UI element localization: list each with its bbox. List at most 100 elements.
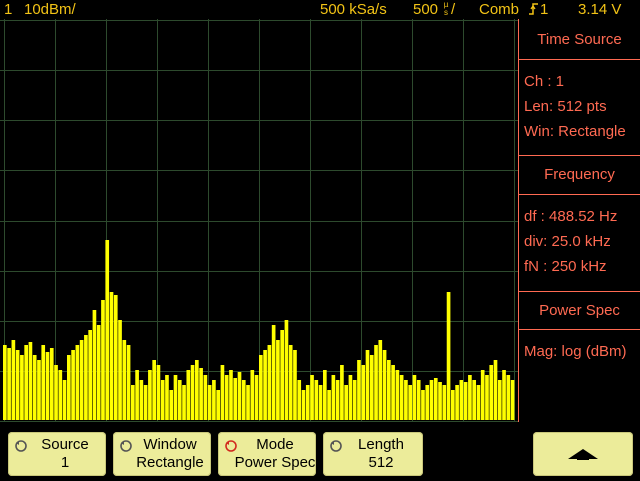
spectrum-bar: [323, 370, 327, 420]
channel-indicator: 1: [4, 1, 13, 18]
softkey-value: Rectangle: [136, 454, 204, 471]
spectrum-bar: [425, 385, 430, 420]
spectrum-bar: [254, 375, 259, 420]
spectrum-bar: [455, 385, 459, 420]
spectrum-bar: [58, 370, 63, 420]
spectrum-bar: [451, 390, 455, 420]
spectrum-bar: [314, 380, 319, 420]
fft-spectrum-trace: [3, 240, 515, 420]
menu-up-button[interactable]: [533, 432, 633, 476]
spectrum-bar: [438, 382, 442, 420]
channel-value: Ch : 1: [524, 73, 565, 90]
spectrum-bar: [195, 360, 199, 420]
spectrum-bar: [408, 385, 412, 420]
window-softkey[interactable]: Window Rectangle: [113, 432, 211, 476]
spectrum-bar: [250, 370, 255, 420]
spectrum-bar: [331, 375, 336, 420]
trigger-level: 3.14 V: [578, 1, 622, 18]
spectrum-bar: [92, 310, 97, 420]
spectrum-bar: [305, 385, 310, 420]
spectrum-bar: [7, 348, 11, 420]
spectrum-bar: [429, 380, 434, 420]
fft-info-panel: Time Source Ch : 1 Len: 512 pts Win: Rec…: [518, 19, 640, 422]
spectrum-bar: [54, 365, 58, 420]
acquisition-mode: Comb: [479, 1, 520, 18]
divider: [519, 329, 640, 330]
frequency-title: Frequency: [544, 166, 615, 183]
spectrum-bar: [241, 380, 246, 420]
sample-rate: 500 kSa/s: [320, 1, 387, 18]
spectrum-bar: [472, 380, 476, 420]
spectrum-bar: [284, 320, 289, 420]
spectrum-bar: [84, 335, 88, 420]
source-softkey[interactable]: Source 1: [8, 432, 106, 476]
spectrum-bar: [352, 380, 357, 420]
softkey-label: Length: [358, 436, 404, 453]
softkey-label: Source: [41, 436, 89, 453]
spectrum-bar: [485, 375, 489, 420]
spectrum-bar: [271, 325, 276, 420]
spectrum-bar: [442, 385, 447, 420]
spectrum-bar: [199, 368, 203, 420]
softkey-label: Window: [143, 436, 197, 453]
spectrum-bar: [237, 372, 242, 420]
spectrum-bar: [203, 375, 208, 420]
spectrum-bar: [267, 345, 272, 420]
spectrum-bar: [259, 355, 263, 420]
spectrum-bar: [489, 365, 494, 420]
length-softkey[interactable]: Length 512: [323, 432, 423, 476]
spectrum-bar: [169, 390, 174, 420]
spectrum-bar: [502, 370, 506, 420]
spectrum-bar: [395, 370, 400, 420]
spectrum-bar: [404, 380, 408, 420]
spectrum-bar: [113, 295, 118, 420]
spectrum-bar: [28, 342, 33, 420]
spectrum-bar: [387, 360, 391, 420]
spectrum-bar: [79, 340, 84, 420]
divider: [519, 194, 640, 195]
spectrum-bar: [301, 390, 306, 420]
magnitude-value: Mag: log (dBm): [524, 343, 627, 360]
spectrum-bar: [382, 350, 387, 420]
spectrum-bar: [374, 345, 378, 420]
time-source-title: Time Source: [537, 31, 622, 48]
trigger-source: 1: [540, 1, 549, 18]
spectrum-bar: [143, 385, 148, 420]
spectrum-bar: [463, 382, 468, 420]
df-value: df : 488.52 Hz: [524, 208, 618, 225]
mode-softkey[interactable]: Mode Power Spec: [218, 432, 316, 476]
spectrum-bar: [156, 365, 161, 420]
spectrum-bar: [220, 365, 225, 420]
spectrum-bar: [173, 375, 178, 420]
divider: [519, 155, 640, 156]
spectrum-bar: [207, 385, 212, 420]
divider: [519, 59, 640, 60]
spectrum-bar: [109, 292, 114, 420]
spectrum-bar: [96, 325, 101, 420]
spectrum-bar: [71, 350, 75, 420]
spectrum-bar: [24, 345, 28, 420]
spectrum-bar: [177, 380, 182, 420]
spectrum-bar: [160, 380, 165, 420]
vertical-scale: 10dBm/: [24, 1, 76, 18]
status-bar: 1 10dBm/ 500 kSa/s 500 µ s / Comb 1 3.14…: [0, 0, 640, 19]
spectrum-bar: [263, 350, 267, 420]
spectrum-bar: [105, 240, 110, 420]
spectrum-bar: [459, 380, 464, 420]
spectrum-bar: [391, 365, 395, 420]
spectrum-bar: [49, 348, 54, 420]
spectrum-bar: [229, 370, 233, 420]
spectrum-bar: [212, 380, 216, 420]
waveform-display[interactable]: [0, 19, 518, 422]
spectrum-bar: [122, 340, 127, 420]
timebase-unit-bottom: s: [444, 8, 448, 17]
spectrum-bar: [190, 365, 195, 420]
spectrum-bar: [139, 380, 144, 420]
divider: [519, 291, 640, 292]
spectrum-bar: [510, 380, 515, 420]
spectrum-bar: [340, 365, 344, 420]
spectrum-bar: [348, 375, 353, 420]
spectrum-bar: [37, 360, 41, 420]
spectrum-bar: [165, 375, 169, 420]
spectrum-bar: [361, 365, 366, 420]
